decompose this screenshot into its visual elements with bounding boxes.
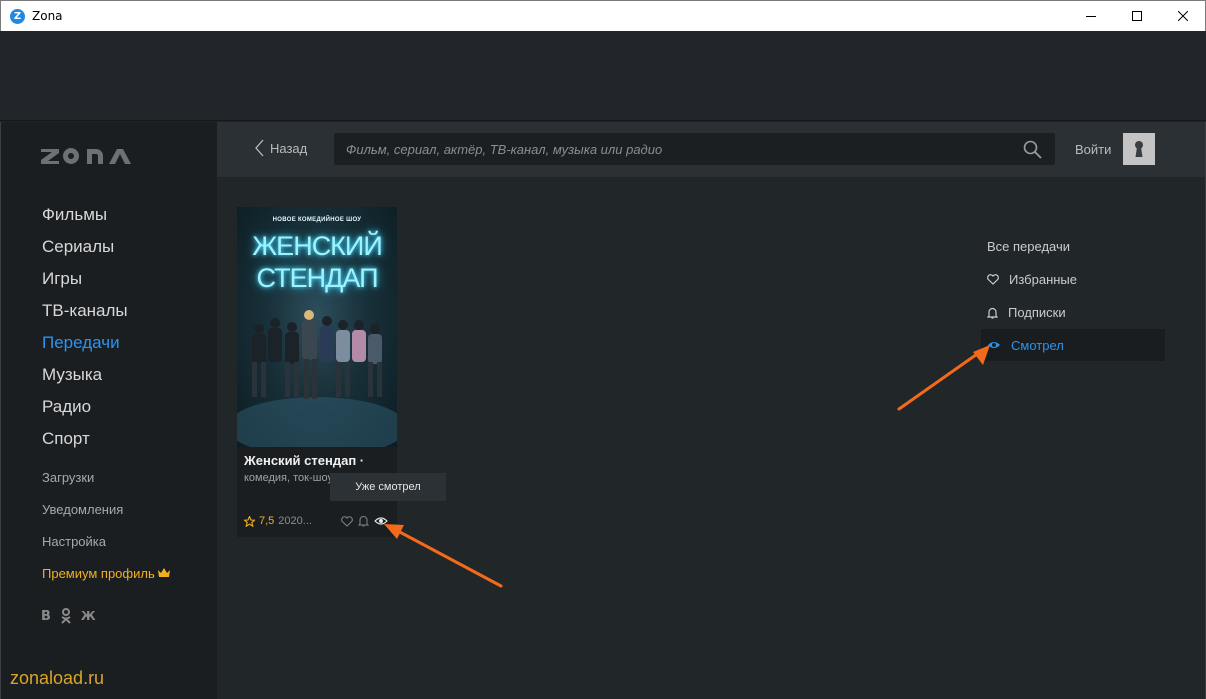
window-title: Zona [32,9,63,23]
maximize-button[interactable] [1114,1,1160,31]
nav-settings[interactable]: Настройка [42,533,170,565]
show-poster[interactable]: НОВОЕ КОМЕДИЙНОЕ ШОУ ЖЕНСКИЙ СТЕНДАП [237,207,397,447]
zhk-icon[interactable]: Ж [81,609,96,623]
watched-tooltip: Уже смотрел [330,473,446,501]
search-icon[interactable] [1023,140,1042,159]
show-meta: 7,5 2020... [244,515,312,527]
show-rating: 7,5 [259,515,275,527]
poster-title-line-2: СТЕНДАП [256,263,379,293]
poster-title-line-1: ЖЕНСКИЙ [252,231,382,261]
zona-app-window: Z Zona Фильмы Сериалы Игры ТВ-каналы Пер… [0,0,1206,699]
back-label: Назад [270,140,308,156]
poster-group-photo [237,310,397,447]
close-button[interactable] [1160,1,1206,31]
nav-tv-channels[interactable]: ТВ-каналы [42,300,128,332]
filter-favorites[interactable]: Избранные [981,263,1165,296]
bell-icon[interactable] [358,515,369,527]
sidebar: Фильмы Сериалы Игры ТВ-каналы Передачи М… [0,122,217,699]
zona-app-icon: Z [10,9,25,24]
keyhole-user-icon [1135,141,1143,157]
search-input[interactable] [346,133,1016,165]
nav-shows[interactable]: Передачи [42,332,128,364]
odnoklassniki-icon[interactable] [60,608,72,624]
nav-sport[interactable]: Спорт [42,428,128,460]
premium-label: Премиум профиль [42,566,155,581]
filter-menu: Все передачи Избранные Подписки Смотрел [981,230,1165,361]
login-link[interactable]: Войти [1075,142,1111,157]
nav-series[interactable]: Сериалы [42,236,128,268]
nav-premium-profile[interactable]: Премиум профиль [42,565,171,597]
show-year: 2020... [278,515,312,527]
secondary-navigation: Загрузки Уведомления Настройка Премиум п… [42,469,171,597]
nav-radio[interactable]: Радио [42,396,128,428]
heart-icon[interactable] [341,515,353,527]
nav-downloads[interactable]: Загрузки [42,469,170,501]
nav-films[interactable]: Фильмы [42,204,128,236]
maximize-icon [1132,11,1142,21]
filter-all-label: Все передачи [987,239,1071,254]
filter-all-shows[interactable]: Все передачи [981,230,1165,263]
poster-tagline: НОВОЕ КОМЕДИЙНОЕ ШОУ [272,217,362,223]
minimize-icon [1086,16,1096,17]
nav-games[interactable]: Игры [42,268,128,300]
avatar[interactable] [1123,133,1155,165]
nav-notifications[interactable]: Уведомления [42,501,170,533]
social-links: В Ж [41,608,96,624]
filter-subscriptions[interactable]: Подписки [981,296,1165,329]
filter-watched-label: Смотрел [1011,337,1064,353]
filter-favorites-label: Избранные [1009,272,1077,287]
back-button[interactable]: Назад [255,139,307,157]
bell-icon [987,307,998,319]
filter-watched[interactable]: Смотрел [981,329,1165,361]
heart-icon [987,274,999,285]
minimize-button[interactable] [1068,1,1114,31]
nav-music[interactable]: Музыка [42,364,128,396]
title-bar: Z Zona [0,0,1206,31]
zona-logo[interactable] [41,146,142,166]
vk-icon[interactable]: В [41,609,51,624]
filter-subscriptions-label: Подписки [1008,305,1066,320]
chevron-left-icon [255,139,264,157]
eye-icon[interactable] [374,516,388,526]
close-icon [1178,11,1188,21]
star-icon [244,515,255,527]
top-banner-area [0,31,1206,121]
watermark-text: zonaload.ru [10,668,105,688]
crown-icon [158,568,171,577]
show-title[interactable]: Женский стендап · [244,453,364,468]
search-box [334,133,1055,165]
top-header: Назад Войти [217,122,1205,177]
eye-icon [988,342,1000,348]
show-genres: комедия, ток-шоу [244,472,333,484]
card-actions [341,515,388,527]
main-navigation: Фильмы Сериалы Игры ТВ-каналы Передачи М… [42,204,128,460]
main-content: Назад Войти НОВОЕ КОМЕДИЙНОЕ ШОУ ЖЕНСКИЙ… [217,122,1206,699]
